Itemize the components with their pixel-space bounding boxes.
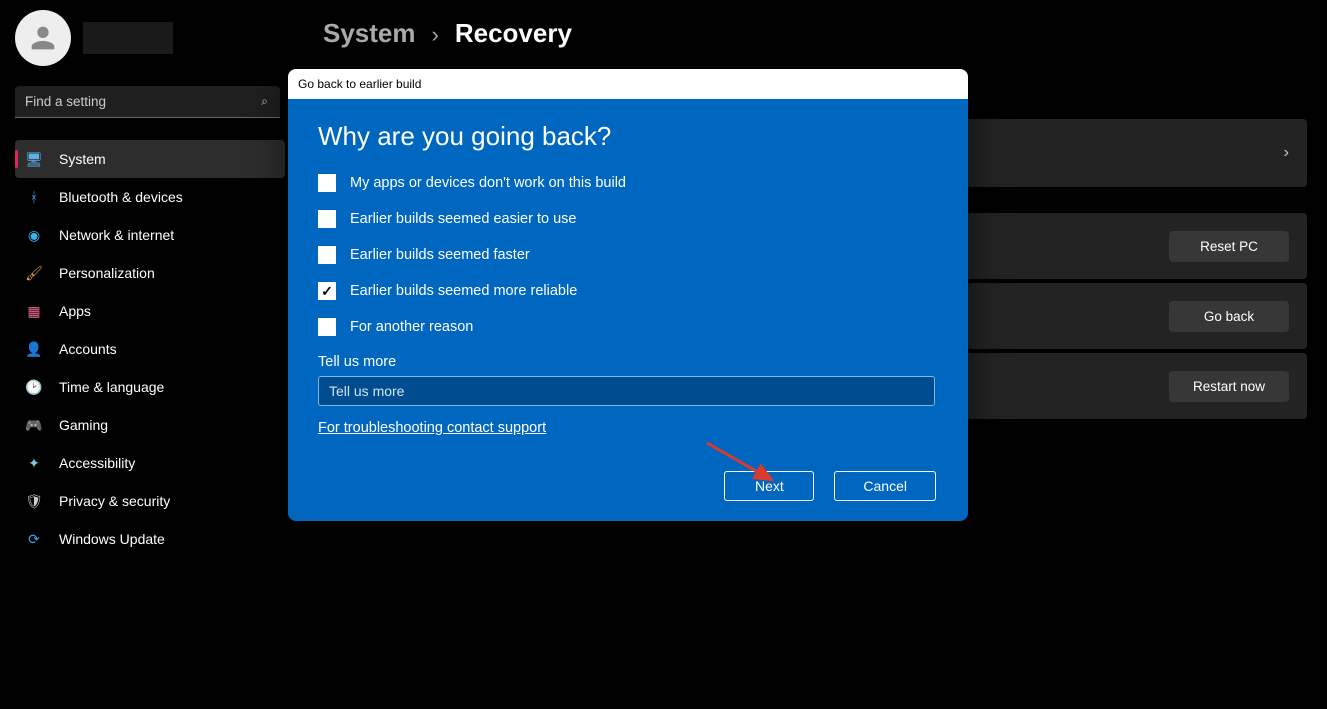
- checkbox-icon[interactable]: [318, 210, 336, 228]
- chevron-right-icon: ›: [1284, 144, 1289, 162]
- support-link[interactable]: For troubleshooting contact support: [318, 420, 546, 436]
- display-icon: 🖥: [25, 150, 43, 168]
- checkbox-icon[interactable]: [318, 318, 336, 336]
- reason-faster[interactable]: Earlier builds seemed faster: [318, 246, 938, 264]
- chevron-right-icon: ›: [432, 22, 439, 48]
- bluetooth-icon: ᚼ: [25, 188, 43, 206]
- dialog-titlebar: Go back to earlier build: [288, 69, 968, 99]
- tell-more-input[interactable]: [318, 376, 935, 406]
- nav-windows-update[interactable]: ⟳ Windows Update: [15, 520, 285, 558]
- nav-accessibility[interactable]: ✦ Accessibility: [15, 444, 285, 482]
- gamepad-icon: 🎮: [25, 416, 43, 434]
- reason-label: My apps or devices don't work on this bu…: [350, 175, 626, 191]
- nav-gaming[interactable]: 🎮 Gaming: [15, 406, 285, 444]
- checkbox-icon[interactable]: [318, 174, 336, 192]
- reason-label: Earlier builds seemed easier to use: [350, 211, 576, 227]
- nav-system[interactable]: 🖥 System: [15, 140, 285, 178]
- profile-block: [15, 10, 295, 66]
- checkbox-icon[interactable]: [318, 246, 336, 264]
- update-icon: ⟳: [25, 530, 43, 548]
- clock-icon: 🕑: [25, 378, 43, 396]
- checkbox-checked-icon[interactable]: [318, 282, 336, 300]
- brush-icon: 🖌: [25, 264, 43, 282]
- go-back-button[interactable]: Go back: [1169, 301, 1289, 332]
- wifi-icon: ◉: [25, 226, 43, 244]
- nav-time[interactable]: 🕑 Time & language: [15, 368, 285, 406]
- accounts-icon: 👤: [25, 340, 43, 358]
- breadcrumb-parent[interactable]: System: [323, 18, 416, 49]
- nav-personalization[interactable]: 🖌 Personalization: [15, 254, 285, 292]
- nav-label: Time & language: [59, 379, 164, 395]
- search-box[interactable]: ⌕: [15, 86, 280, 118]
- restart-now-button[interactable]: Restart now: [1169, 371, 1289, 402]
- next-button[interactable]: Next: [724, 471, 814, 501]
- profile-name[interactable]: [83, 22, 173, 54]
- nav-label: Network & internet: [59, 227, 174, 243]
- reason-apps-devices[interactable]: My apps or devices don't work on this bu…: [318, 174, 938, 192]
- nav-network[interactable]: ◉ Network & internet: [15, 216, 285, 254]
- dialog-heading: Why are you going back?: [318, 121, 938, 152]
- tell-more-label: Tell us more: [318, 354, 938, 370]
- nav-label: Bluetooth & devices: [59, 189, 183, 205]
- avatar[interactable]: [15, 10, 71, 66]
- breadcrumb: System › Recovery: [323, 18, 1307, 49]
- nav-accounts[interactable]: 👤 Accounts: [15, 330, 285, 368]
- shield-icon: 🛡: [25, 492, 43, 510]
- reset-pc-button[interactable]: Reset PC: [1169, 231, 1289, 262]
- apps-icon: ▦: [25, 302, 43, 320]
- reason-label: Earlier builds seemed faster: [350, 247, 530, 263]
- nav-label: Privacy & security: [59, 493, 170, 509]
- reason-reliable[interactable]: Earlier builds seemed more reliable: [318, 282, 938, 300]
- nav-apps[interactable]: ▦ Apps: [15, 292, 285, 330]
- search-icon: ⌕: [261, 94, 280, 109]
- person-icon: [26, 21, 60, 55]
- nav-privacy[interactable]: 🛡 Privacy & security: [15, 482, 285, 520]
- nav-label: Personalization: [59, 265, 155, 281]
- search-input[interactable]: [15, 94, 261, 109]
- reason-another[interactable]: For another reason: [318, 318, 938, 336]
- nav-label: Windows Update: [59, 531, 165, 547]
- nav-label: System: [59, 151, 106, 167]
- accessibility-icon: ✦: [25, 454, 43, 472]
- nav-bluetooth[interactable]: ᚼ Bluetooth & devices: [15, 178, 285, 216]
- sidebar: ⌕ 🖥 System ᚼ Bluetooth & devices ◉ Netwo…: [0, 10, 295, 709]
- nav-label: Gaming: [59, 417, 108, 433]
- reason-label: Earlier builds seemed more reliable: [350, 283, 577, 299]
- cancel-button[interactable]: Cancel: [834, 471, 936, 501]
- go-back-dialog: Go back to earlier build Why are you goi…: [288, 69, 968, 521]
- page-title: Recovery: [455, 18, 572, 49]
- nav-list: 🖥 System ᚼ Bluetooth & devices ◉ Network…: [15, 140, 295, 558]
- reason-label: For another reason: [350, 319, 473, 335]
- nav-label: Apps: [59, 303, 91, 319]
- nav-label: Accessibility: [59, 455, 135, 471]
- reason-easier[interactable]: Earlier builds seemed easier to use: [318, 210, 938, 228]
- nav-label: Accounts: [59, 341, 117, 357]
